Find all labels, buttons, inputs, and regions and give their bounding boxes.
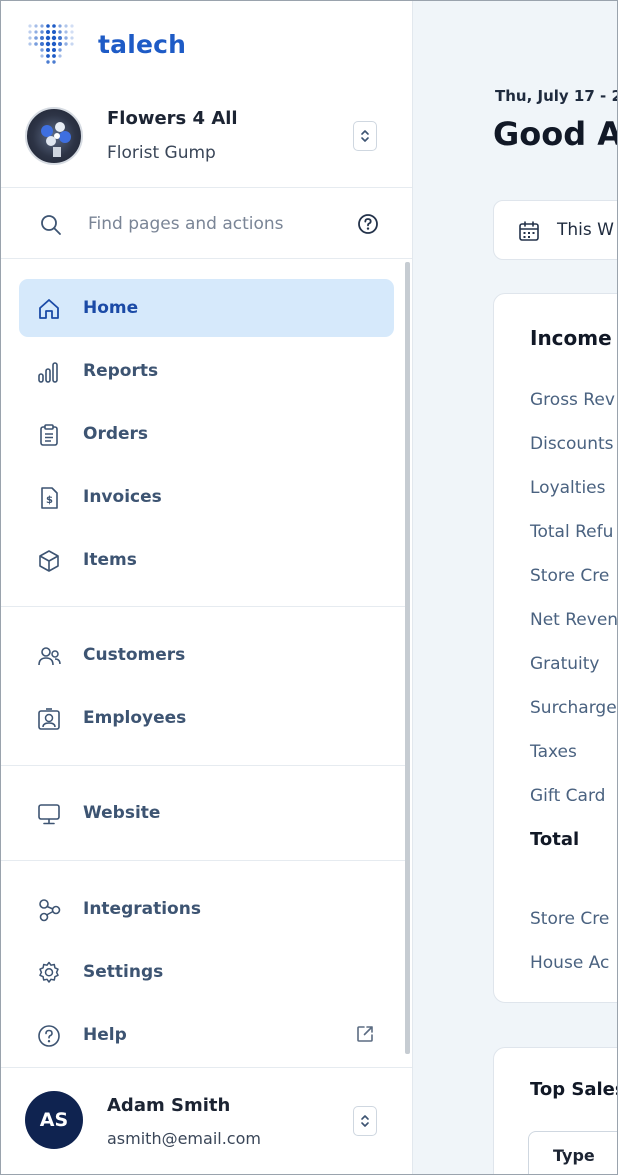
nav-label-website: Website [83, 803, 161, 823]
user-account-switcher[interactable]: AS Adam Smith asmith@email.com [0, 1067, 412, 1175]
income-row: Gratuity [530, 654, 600, 674]
income-row: Taxes [530, 742, 577, 762]
user-name: Adam Smith [107, 1095, 231, 1116]
nav-item-integrations[interactable]: Integrations [19, 880, 394, 938]
income-title: Income [530, 326, 612, 350]
nav-label-help: Help [83, 1025, 127, 1045]
talech-logo-icon [28, 24, 74, 64]
top-sales-title: Top Sales [530, 1079, 618, 1100]
business-name: Flowers 4 All [107, 108, 238, 129]
income-row: Store Cre [530, 909, 610, 929]
page-title: Good A [493, 115, 618, 153]
income-card: Income Gross Rev Discounts Loyalties Tot… [493, 293, 618, 1003]
invoice-dollar-icon: $ [41, 487, 58, 509]
help-circle-icon[interactable] [357, 213, 379, 235]
bar-chart-icon [38, 362, 58, 383]
external-link-icon[interactable] [355, 1024, 375, 1044]
logo[interactable]: talech [26, 16, 186, 72]
nav-item-customers[interactable]: Customers [19, 626, 394, 684]
income-total-row: Total [530, 829, 580, 850]
nav-item-help[interactable]: Help [19, 1006, 394, 1064]
income-row: House Ac [530, 953, 610, 973]
nav-item-website[interactable]: Website [19, 784, 394, 842]
business-switch-button[interactable] [353, 121, 377, 151]
nav-divider [0, 606, 405, 607]
flower-photo-icon [41, 122, 71, 157]
nav-label-home: Home [83, 298, 139, 318]
income-row: Store Cre [530, 566, 610, 586]
sidebar-scrollbar[interactable] [405, 262, 410, 1054]
business-subtitle: Florist Gump [107, 143, 216, 163]
search-input[interactable] [88, 208, 338, 240]
nav-label-integrations: Integrations [83, 899, 201, 919]
nav-label-orders: Orders [83, 424, 149, 444]
nav-item-settings[interactable]: Settings [19, 943, 394, 1001]
date-range-label: This W [557, 220, 614, 240]
type-column-header[interactable]: Type [528, 1131, 618, 1175]
box-icon [39, 550, 59, 572]
nav-label-reports: Reports [83, 361, 159, 381]
income-row: Total Refu [530, 522, 614, 542]
main-content: Thu, July 17 - 2 Good A This W Income Gr… [413, 0, 618, 1175]
nav-item-home[interactable]: Home [19, 279, 394, 337]
type-column-label: Type [553, 1146, 595, 1165]
nav-label-customers: Customers [83, 645, 186, 665]
clipboard-icon [40, 424, 58, 446]
business-avatar [25, 107, 83, 165]
chevron-up-down-icon [361, 130, 369, 142]
brand-name: talech [98, 29, 187, 59]
nav-label-employees: Employees [83, 708, 187, 728]
nav-item-reports[interactable]: Reports [19, 342, 394, 400]
employee-badge-icon [38, 708, 60, 730]
user-email: asmith@email.com [107, 1129, 261, 1148]
users-icon [38, 647, 61, 666]
svg-text:$: $ [46, 495, 53, 506]
search-icon [41, 215, 61, 235]
date-range-text: Thu, July 17 - 2 [495, 87, 618, 105]
search-bar [0, 189, 412, 259]
gear-icon [39, 961, 59, 983]
top-sales-card: Top Sales Type [493, 1047, 618, 1175]
calendar-icon [519, 221, 539, 241]
nav-label-items: Items [83, 550, 137, 570]
income-row: Surcharge [530, 698, 617, 718]
sidebar: talech Flowers 4 All Florist Gump Find p… [0, 0, 413, 1175]
nav-divider [0, 765, 405, 766]
home-icon [39, 299, 59, 319]
nav-item-invoices[interactable]: $ Invoices [19, 468, 394, 526]
nav-item-employees[interactable]: Employees [19, 689, 394, 747]
nav-item-items[interactable]: Items [19, 531, 394, 589]
integrations-icon [39, 899, 61, 922]
nav-item-orders[interactable]: Orders [19, 405, 394, 463]
income-row: Gross Rev [530, 390, 615, 410]
user-avatar: AS [25, 1091, 83, 1149]
date-range-button[interactable]: This W [493, 200, 618, 260]
nav-label-invoices: Invoices [83, 487, 162, 507]
income-row: Gift Card [530, 786, 606, 806]
business-switcher[interactable]: Flowers 4 All Florist Gump [0, 96, 412, 188]
income-row: Net Reven [530, 610, 618, 630]
user-switch-button[interactable] [353, 1106, 377, 1136]
monitor-icon [38, 804, 60, 825]
nav-divider [0, 860, 405, 861]
chevron-up-down-icon [361, 1115, 369, 1127]
nav-label-settings: Settings [83, 962, 164, 982]
help-icon [38, 1025, 60, 1047]
income-row: Loyalties [530, 478, 606, 498]
income-row: Discounts [530, 434, 614, 454]
